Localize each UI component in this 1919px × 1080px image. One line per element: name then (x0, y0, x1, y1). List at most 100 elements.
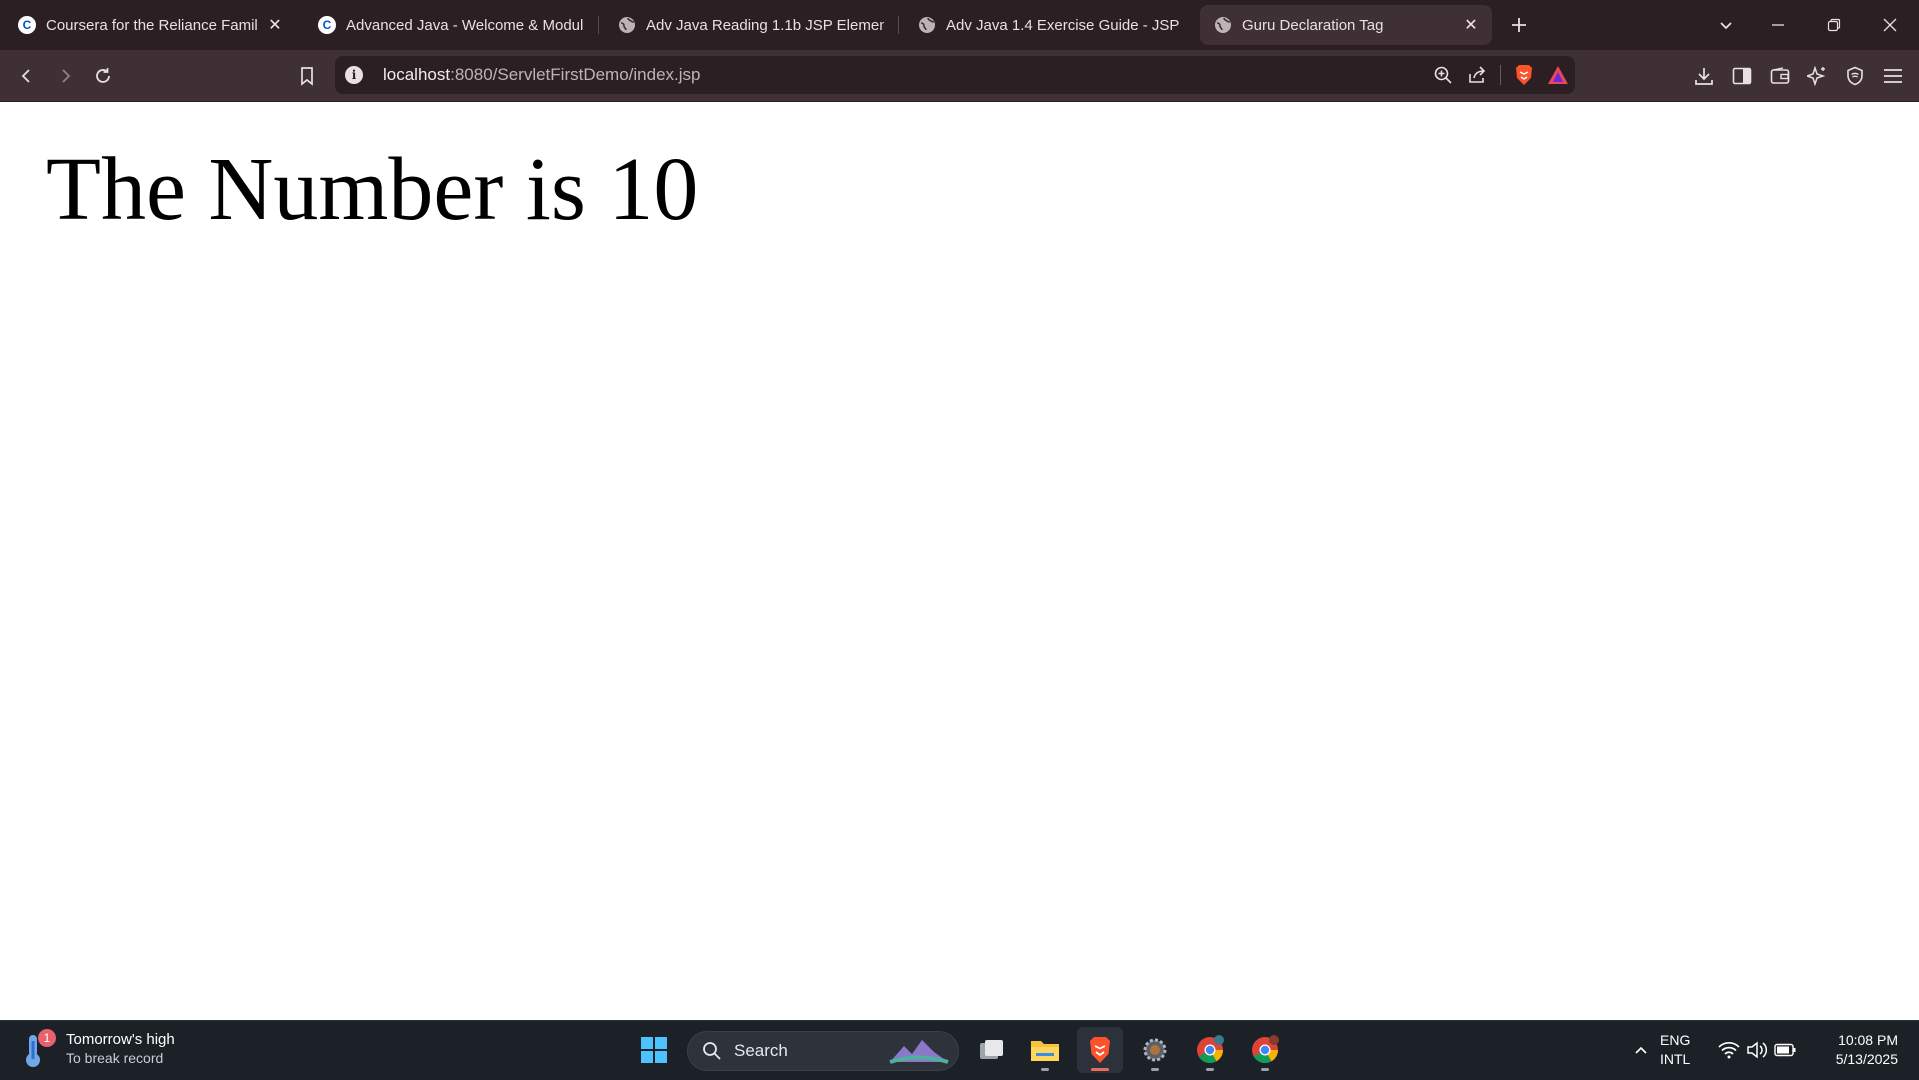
keyboard-layout: INTL (1660, 1051, 1691, 1067)
tab-title: Advanced Java - Welcome & Modul (346, 16, 584, 34)
tab-advanced-java[interactable]: C Advanced Java - Welcome & Modul (304, 5, 594, 45)
thermometer-icon: 1 (22, 1029, 58, 1069)
brave-lion-icon (1090, 1037, 1110, 1063)
new-tab-button[interactable] (1501, 8, 1537, 42)
minimize-button[interactable] (1760, 8, 1796, 42)
rewards-triangle-icon (1548, 66, 1568, 84)
sparkle-icon (1807, 66, 1826, 86)
chevron-up-icon (1635, 1046, 1647, 1054)
tab-title: Adv Java Reading 1.1b JSP Elements (646, 16, 884, 34)
arrow-right-icon (62, 69, 71, 83)
address-bar-actions (1426, 56, 1575, 94)
back-button[interactable] (10, 59, 44, 93)
zoom-button[interactable] (1426, 58, 1460, 92)
notification-badge: 1 (38, 1029, 56, 1047)
share-button[interactable] (1460, 58, 1494, 92)
plus-icon (1512, 18, 1526, 32)
tab-adv-java-exercise[interactable]: Adv Java 1.4 Exercise Guide - JSP Sy (904, 5, 1194, 45)
taskbar-task-view[interactable] (968, 1027, 1014, 1073)
brave-rewards-button[interactable] (1541, 58, 1575, 92)
hamburger-menu-icon (1884, 69, 1902, 83)
taskbar-chrome-profile-1[interactable] (1187, 1027, 1233, 1073)
task-view-icon (980, 1040, 1003, 1059)
close-window-button[interactable] (1872, 8, 1908, 42)
search-icon (703, 1042, 721, 1060)
wallet-button[interactable] (1763, 59, 1797, 93)
taskbar-settings[interactable] (1132, 1027, 1178, 1073)
windows-taskbar: 1 Tomorrow's high To break record Search (0, 1020, 1919, 1080)
tab-title: Coursera for the Reliance Famil (46, 16, 258, 34)
chrome-icon (1197, 1035, 1224, 1064)
globe-icon (918, 16, 936, 34)
wallet-icon (1770, 67, 1790, 84)
system-clock[interactable]: 10:08 PM 5/13/2025 (1820, 1031, 1898, 1069)
globe-icon (1214, 16, 1232, 34)
close-tab-icon[interactable]: ✕ (1460, 14, 1482, 36)
weather-widget[interactable]: 1 Tomorrow's high To break record (22, 1029, 175, 1069)
gear-icon (1143, 1038, 1167, 1062)
brave-lion-icon (1516, 65, 1532, 85)
taskbar-chrome-profile-2[interactable] (1242, 1027, 1288, 1073)
forward-button[interactable] (48, 59, 82, 93)
url-text[interactable]: localhost:8080/ServletFirstDemo/index.js… (383, 65, 701, 85)
vpn-button[interactable] (1838, 59, 1872, 93)
page-heading: The Number is 10 (46, 140, 699, 239)
url-host: localhost (383, 65, 451, 84)
taskbar-file-explorer[interactable] (1022, 1027, 1068, 1073)
tab-guru-declaration[interactable]: Guru Declaration Tag ✕ (1200, 5, 1492, 45)
quick-settings-button[interactable] (1714, 1027, 1800, 1073)
volume-icon (1747, 1041, 1768, 1059)
running-indicator (1261, 1068, 1269, 1071)
bookmark-button[interactable] (290, 59, 324, 93)
downloads-button[interactable] (1687, 59, 1721, 93)
windows-logo-icon (641, 1037, 667, 1063)
sidebar-button[interactable] (1725, 59, 1759, 93)
reload-button[interactable] (86, 59, 120, 93)
download-icon (1695, 68, 1713, 85)
folder-icon (1031, 1041, 1059, 1061)
reload-icon (96, 68, 110, 83)
taskbar-brave-browser[interactable] (1077, 1027, 1123, 1073)
close-tab-icon[interactable]: ✕ (264, 14, 286, 36)
running-indicator (1041, 1068, 1049, 1071)
tab-strip: C Coursera for the Reliance Famil ✕ C Ad… (0, 0, 1919, 50)
brave-shields-button[interactable] (1507, 58, 1541, 92)
chevron-down-icon (1720, 22, 1732, 30)
site-info-icon[interactable]: i (345, 66, 363, 84)
search-highlight-icon (889, 1040, 949, 1064)
tab-adv-java-reading[interactable]: Adv Java Reading 1.1b JSP Elements (604, 5, 894, 45)
tab-title: Adv Java 1.4 Exercise Guide - JSP Sy (946, 16, 1184, 34)
close-icon (1883, 18, 1897, 32)
shield-icon (1847, 66, 1863, 86)
show-hidden-icons-button[interactable] (1618, 1027, 1664, 1073)
wifi-icon (1718, 1041, 1740, 1059)
running-indicator (1091, 1068, 1109, 1071)
weather-title: Tomorrow's high (66, 1031, 175, 1048)
clock-date: 5/13/2025 (1835, 1051, 1898, 1067)
tab-coursera-reliance[interactable]: C Coursera for the Reliance Famil ✕ (4, 5, 296, 45)
tab-separator (898, 16, 899, 34)
zoom-in-icon (1434, 66, 1452, 84)
taskbar-search[interactable]: Search (687, 1031, 959, 1071)
arrow-left-icon (21, 69, 30, 83)
share-icon (1469, 66, 1486, 83)
clock-time: 10:08 PM (1838, 1032, 1898, 1048)
bookmark-icon (301, 67, 313, 86)
web-page-content: The Number is 10 (0, 102, 1919, 1020)
coursera-icon: C (318, 16, 336, 34)
main-menu-button[interactable] (1876, 59, 1910, 93)
input-language-indicator[interactable]: ENG INTL (1660, 1031, 1690, 1069)
running-indicator (1151, 1068, 1159, 1071)
browser-toolbar: i localhost:8080/ServletFirstDemo/index.… (0, 50, 1919, 102)
url-path: :8080/ServletFirstDemo/index.jsp (450, 65, 701, 84)
weather-subtitle: To break record (66, 1050, 164, 1066)
sidebar-icon (1732, 67, 1752, 85)
tab-separator (598, 16, 599, 34)
restore-button[interactable] (1816, 8, 1852, 42)
divider (1500, 65, 1501, 85)
start-button[interactable] (631, 1027, 677, 1073)
address-bar[interactable]: i localhost:8080/ServletFirstDemo/index.… (335, 56, 1575, 94)
leo-ai-button[interactable] (1800, 59, 1834, 93)
chrome-icon (1252, 1035, 1279, 1064)
tab-search-dropdown-button[interactable] (1708, 8, 1744, 42)
